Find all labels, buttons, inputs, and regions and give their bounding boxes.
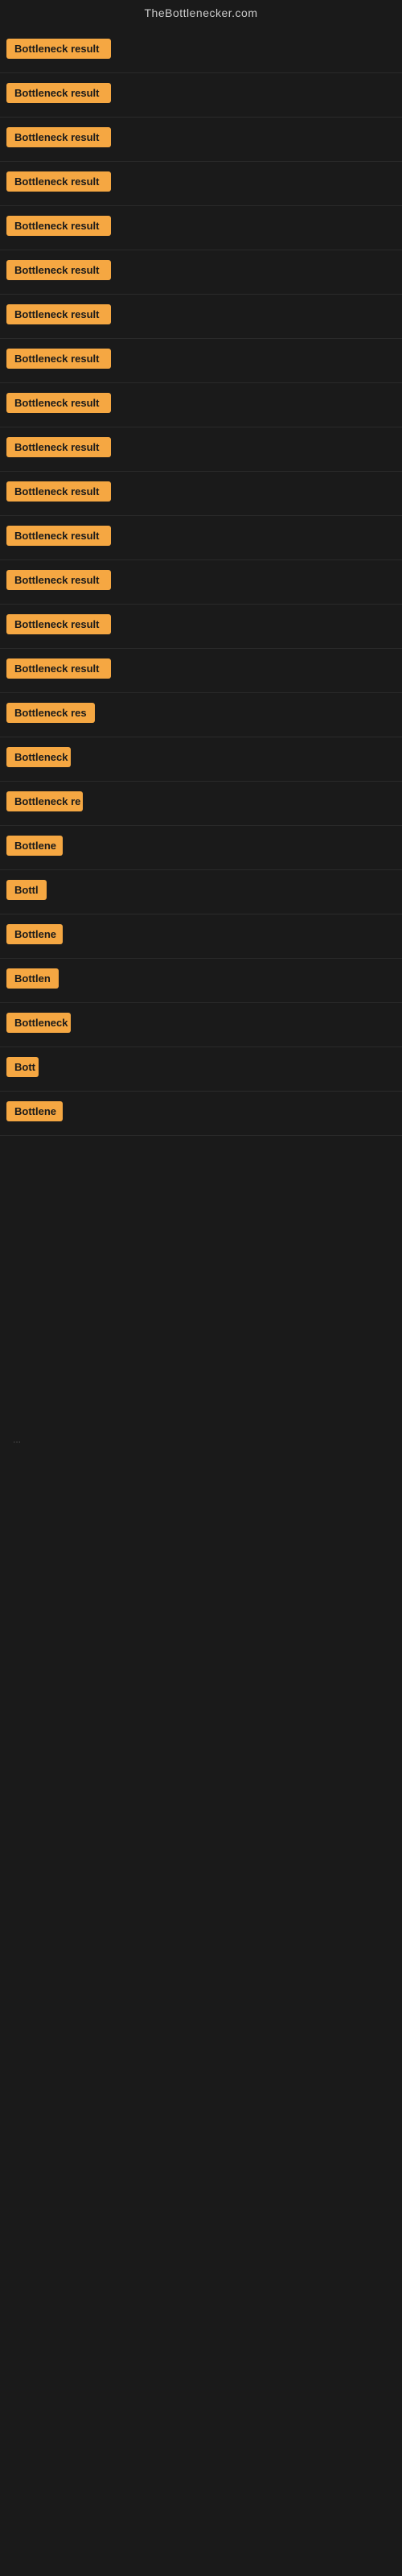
result-row: Bottleneck result <box>0 516 402 560</box>
result-row: Bottl <box>0 870 402 914</box>
bottleneck-badge[interactable]: Bottlene <box>6 836 63 856</box>
bottleneck-badge[interactable]: Bottleneck result <box>6 658 111 679</box>
bottleneck-badge[interactable]: Bott <box>6 1057 39 1077</box>
result-row: Bottleneck result <box>0 162 402 206</box>
results-list: Bottleneck result Bottleneck result Bottle… <box>0 29 402 1136</box>
bottleneck-badge[interactable]: Bottleneck result <box>6 393 111 413</box>
bottleneck-badge[interactable]: Bottleneck result <box>6 526 111 546</box>
result-row: Bottlene <box>0 1092 402 1136</box>
result-row: Bottleneck <box>0 1003 402 1047</box>
bottleneck-badge[interactable]: Bottleneck result <box>6 349 111 369</box>
result-row: Bottleneck result <box>0 295 402 339</box>
bottleneck-badge[interactable]: Bottleneck result <box>6 614 111 634</box>
result-row: Bottleneck result <box>0 560 402 605</box>
bottleneck-badge[interactable]: Bottlene <box>6 924 63 944</box>
result-row: Bottleneck result <box>0 206 402 250</box>
result-row: Bottleneck result <box>0 383 402 427</box>
ellipsis-marker: ... <box>6 1427 396 1451</box>
bottleneck-badge[interactable]: Bottlen <box>6 968 59 989</box>
result-row: Bottleneck result <box>0 605 402 649</box>
result-row: Bottleneck result <box>0 339 402 383</box>
result-row: Bottleneck result <box>0 472 402 516</box>
result-row: Bottleneck <box>0 737 402 782</box>
bottleneck-badge[interactable]: Bottl <box>6 880 47 900</box>
result-row: Bottleneck res <box>0 693 402 737</box>
result-row: Bottleneck result <box>0 250 402 295</box>
bottleneck-badge[interactable]: Bottleneck result <box>6 570 111 590</box>
bottleneck-badge[interactable]: Bottlene <box>6 1101 63 1121</box>
result-row: Bottlene <box>0 914 402 959</box>
result-row: Bottleneck re <box>0 782 402 826</box>
site-title: TheBottlenecker.com <box>144 6 257 19</box>
ellipsis-section: ... <box>0 1136 402 1458</box>
result-row: Bott <box>0 1047 402 1092</box>
site-header: TheBottlenecker.com <box>0 0 402 29</box>
bottleneck-badge[interactable]: Bottleneck result <box>6 171 111 192</box>
bottleneck-badge[interactable]: Bottleneck <box>6 1013 71 1033</box>
bottleneck-badge[interactable]: Bottleneck result <box>6 83 111 103</box>
result-row: Bottleneck result <box>0 649 402 693</box>
bottleneck-badge[interactable]: Bottleneck result <box>6 481 111 502</box>
bottleneck-badge[interactable]: Bottleneck res <box>6 703 95 723</box>
bottleneck-badge[interactable]: Bottleneck result <box>6 437 111 457</box>
bottleneck-badge[interactable]: Bottleneck <box>6 747 71 767</box>
result-row: Bottlen <box>0 959 402 1003</box>
bottleneck-badge[interactable]: Bottleneck re <box>6 791 83 811</box>
bottleneck-badge[interactable]: Bottleneck result <box>6 39 111 59</box>
bottleneck-badge[interactable]: Bottleneck result <box>6 304 111 324</box>
result-row: Bottleneck result <box>0 427 402 472</box>
bottleneck-badge[interactable]: Bottleneck result <box>6 216 111 236</box>
bottleneck-badge[interactable]: Bottleneck result <box>6 127 111 147</box>
result-row: Bottlene <box>0 826 402 870</box>
result-row: Bottleneck result <box>0 29 402 73</box>
bottleneck-badge[interactable]: Bottleneck result <box>6 260 111 280</box>
result-row: Bottleneck result <box>0 118 402 162</box>
empty-section <box>0 1458 402 2021</box>
result-row: Bottleneck result <box>0 73 402 118</box>
